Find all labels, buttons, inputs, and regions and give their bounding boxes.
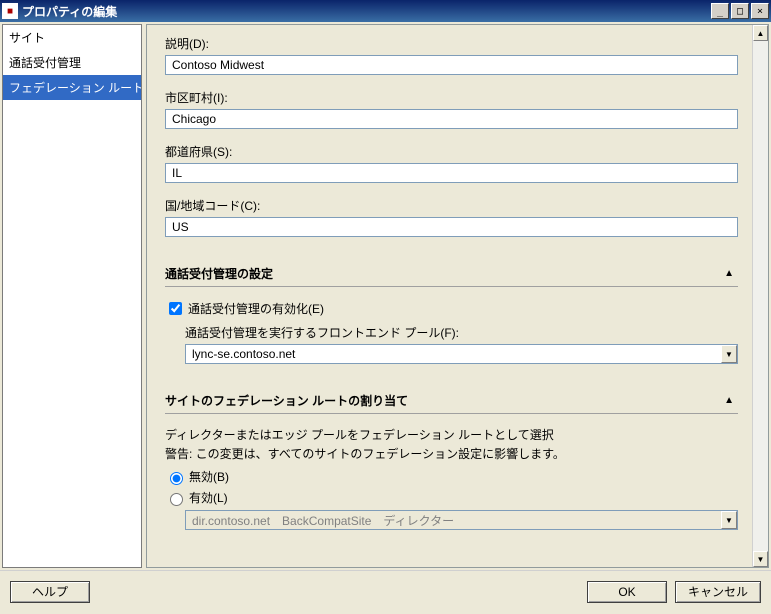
fed-route-combo	[185, 510, 738, 530]
cac-pool-combo[interactable]	[185, 344, 738, 364]
help-button[interactable]: ヘルプ	[10, 581, 90, 603]
fed-warning-text: 警告: この変更は、すべてのサイトのフェデレーション設定に影響します。	[165, 445, 738, 462]
cac-pool-label: 通話受付管理を実行するフロントエンド プール(F):	[185, 324, 738, 341]
country-input[interactable]	[165, 217, 738, 237]
fed-enabled-radio[interactable]	[170, 493, 183, 506]
cac-enable-label: 通話受付管理の有効化(E)	[188, 300, 324, 317]
scroll-track[interactable]	[753, 41, 768, 551]
title-bar: ■ プロパティの編集 _ □ ×	[0, 0, 771, 22]
country-label: 国/地域コード(C):	[165, 197, 738, 214]
main-area: サイト 通話受付管理 フェデレーション ルート 説明(D): 市区町村(I): …	[0, 22, 771, 570]
close-button[interactable]: ×	[751, 3, 769, 19]
fed-disabled-radio[interactable]	[170, 472, 183, 485]
fed-section-header[interactable]: サイトのフェデレーション ルートの割り当て ▲	[165, 392, 738, 409]
maximize-button[interactable]: □	[731, 3, 749, 19]
description-label: 説明(D):	[165, 35, 738, 52]
section-divider	[165, 286, 738, 287]
sidebar-item-label: フェデレーション ルート	[9, 81, 142, 95]
ok-button[interactable]: OK	[587, 581, 667, 603]
dropdown-icon[interactable]: ▼	[721, 345, 737, 363]
state-input[interactable]	[165, 163, 738, 183]
fed-hint-text: ディレクターまたはエッジ プールをフェデレーション ルートとして選択	[165, 426, 738, 443]
cac-enable-checkbox[interactable]	[169, 302, 182, 315]
city-label: 市区町村(I):	[165, 89, 738, 106]
scroll-down-icon[interactable]: ▼	[753, 551, 768, 567]
state-label: 都道府県(S):	[165, 143, 738, 160]
minimize-button[interactable]: _	[711, 3, 729, 19]
collapse-up-icon: ▲	[724, 268, 734, 279]
sidebar: サイト 通話受付管理 フェデレーション ルート	[2, 24, 142, 568]
city-input[interactable]	[165, 109, 738, 129]
collapse-up-icon: ▲	[724, 395, 734, 406]
sidebar-item-federation-route[interactable]: フェデレーション ルート	[3, 75, 141, 100]
cancel-button[interactable]: キャンセル	[675, 581, 761, 603]
footer-bar: ヘルプ OK キャンセル	[0, 570, 771, 612]
section-divider	[165, 413, 738, 414]
content-panel: 説明(D): 市区町村(I): 都道府県(S): 国/地域コード(C): 通話受…	[146, 24, 769, 568]
vertical-scrollbar[interactable]: ▲ ▼	[752, 25, 768, 567]
sidebar-item-label: 通話受付管理	[9, 56, 81, 70]
fed-disabled-label: 無効(B)	[189, 468, 229, 485]
sidebar-item-site[interactable]: サイト	[3, 25, 141, 50]
app-icon: ■	[2, 3, 18, 19]
fed-enabled-label: 有効(L)	[189, 489, 228, 506]
cac-section-label: 通話受付管理の設定	[165, 265, 273, 282]
fed-section-label: サイトのフェデレーション ルートの割り当て	[165, 392, 408, 409]
window-title: プロパティの編集	[22, 3, 709, 20]
sidebar-item-cac[interactable]: 通話受付管理	[3, 50, 141, 75]
cac-section-header[interactable]: 通話受付管理の設定 ▲	[165, 265, 738, 282]
description-input[interactable]	[165, 55, 738, 75]
dropdown-icon: ▼	[721, 511, 737, 529]
sidebar-item-label: サイト	[9, 31, 45, 45]
scroll-up-icon[interactable]: ▲	[753, 25, 768, 41]
